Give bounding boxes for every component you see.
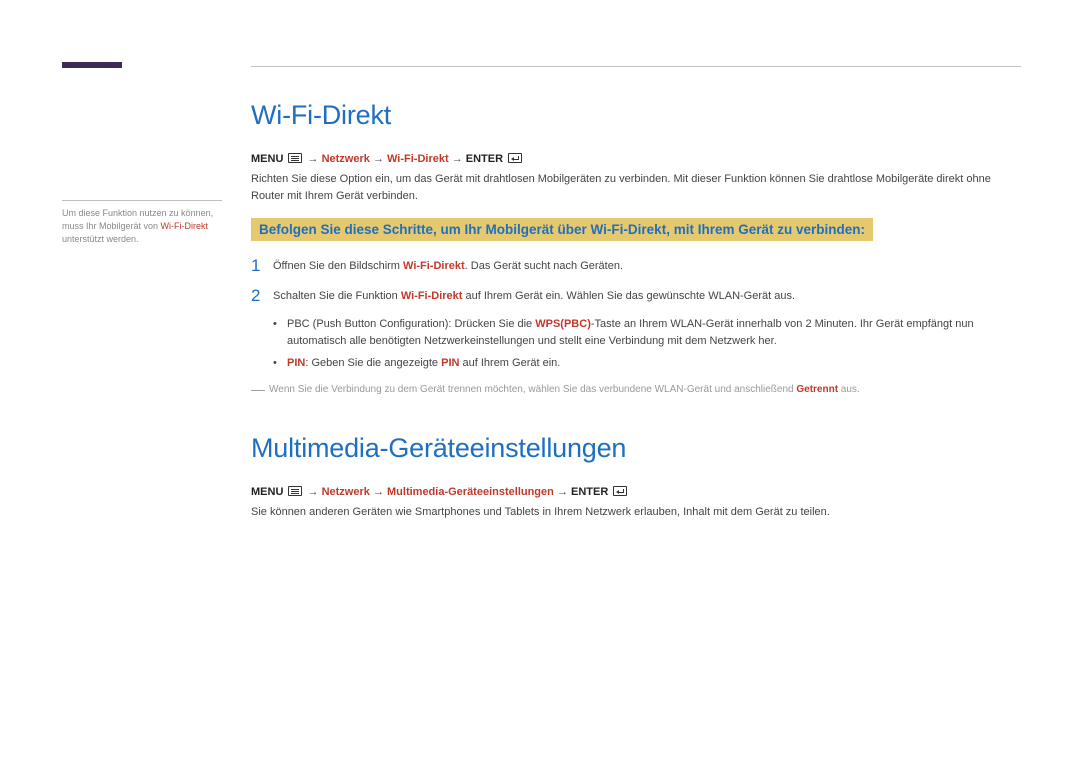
enter-icon — [613, 486, 627, 496]
top-divider — [251, 66, 1021, 67]
section2-breadcrumb: MENU → Netzwerk → Multimedia-Geräteeinst… — [251, 486, 1021, 498]
arrow-icon: → — [308, 486, 322, 498]
steps-list: 1 Öffnen Sie den Bildschirm Wi-Fi-Direkt… — [251, 257, 1021, 304]
main-content: Wi-Fi-Direkt MENU → Netzwerk → Wi-Fi-Dir… — [251, 100, 1021, 534]
step-body: Öffnen Sie den Bildschirm Wi-Fi-Direkt. … — [273, 257, 623, 275]
section1-heading: Wi-Fi-Direkt — [251, 100, 1021, 131]
section2-body: Sie können anderen Geräten wie Smartphon… — [251, 504, 1021, 521]
sub-bullet-list: • PBC (Push Button Configuration): Drück… — [273, 316, 1021, 372]
footnote-body: Wenn Sie die Verbindung zu dem Gerät tre… — [269, 382, 860, 397]
sidebar-note-post: unterstützt werden. — [62, 234, 139, 244]
sub2-hl1: PIN — [287, 357, 305, 369]
bc-menu-label: MENU — [251, 153, 283, 165]
step2-text-a: Schalten Sie die Funktion — [273, 290, 401, 302]
menu-icon — [288, 153, 302, 163]
sidebar-note: Um diese Funktion nutzen zu können, muss… — [62, 200, 222, 246]
arrow-icon: → — [557, 486, 571, 498]
section2-heading: Multimedia-Geräteeinstellungen — [251, 433, 1021, 464]
sub2-text-b: auf Ihrem Gerät ein. — [459, 357, 560, 369]
arrow-icon: → — [373, 153, 387, 165]
step2-text-b: auf Ihrem Gerät ein. Wählen Sie das gewü… — [462, 290, 795, 302]
sub2-hl2: PIN — [441, 357, 459, 369]
bc-part-wifidirekt: Wi-Fi-Direkt — [387, 153, 449, 165]
bc-part-netzwerk: Netzwerk — [322, 153, 370, 165]
sub2-text-a: : Geben Sie die angezeigte — [305, 357, 441, 369]
section1-callout: Befolgen Sie diese Schritte, um Ihr Mobi… — [251, 218, 873, 241]
note-text-b: aus. — [838, 384, 860, 395]
section2: Multimedia-Geräteeinstellungen MENU → Ne… — [251, 433, 1021, 521]
step1-text-a: Öffnen Sie den Bildschirm — [273, 260, 403, 272]
step-number: 2 — [251, 287, 273, 304]
sidebar-note-highlight: Wi-Fi-Direkt — [161, 221, 209, 231]
top-accent-bar — [62, 62, 122, 68]
step1-text-b: . Das Gerät sucht nach Geräten. — [465, 260, 623, 272]
page: Um diese Funktion nutzen zu können, muss… — [0, 0, 1080, 763]
bc-enter-label: ENTER — [466, 153, 503, 165]
sidebar-divider — [62, 200, 222, 201]
step-1: 1 Öffnen Sie den Bildschirm Wi-Fi-Direkt… — [251, 257, 1021, 275]
note-highlight: Getrennt — [796, 384, 838, 395]
bc-menu-label: MENU — [251, 486, 283, 498]
arrow-icon: → — [373, 486, 387, 498]
bc-enter-label: ENTER — [571, 486, 608, 498]
step2-highlight: Wi-Fi-Direkt — [401, 290, 463, 302]
sub-item-pbc: • PBC (Push Button Configuration): Drück… — [273, 316, 1021, 349]
sub-item-pin: • PIN: Geben Sie die angezeigte PIN auf … — [273, 355, 1021, 372]
step1-highlight: Wi-Fi-Direkt — [403, 260, 465, 272]
sub-item-body: PBC (Push Button Configuration): Drücken… — [287, 316, 1021, 349]
section1-intro: Richten Sie diese Option ein, um das Ger… — [251, 171, 1021, 204]
enter-icon — [508, 153, 522, 163]
arrow-icon: → — [452, 153, 466, 165]
sub1-text-a: PBC (Push Button Configuration): Drücken… — [287, 318, 535, 330]
note-text-a: Wenn Sie die Verbindung zu dem Gerät tre… — [269, 384, 796, 395]
menu-icon — [288, 486, 302, 496]
step-2: 2 Schalten Sie die Funktion Wi-Fi-Direkt… — [251, 287, 1021, 305]
arrow-icon: → — [308, 153, 322, 165]
sidebar-note-text: Um diese Funktion nutzen zu können, muss… — [62, 207, 222, 246]
bullet-icon: • — [273, 316, 287, 349]
footnote: ― Wenn Sie die Verbindung zu dem Gerät t… — [251, 382, 1021, 397]
sub-item-body: PIN: Geben Sie die angezeigte PIN auf Ih… — [287, 355, 560, 372]
bullet-icon: • — [273, 355, 287, 372]
section1-breadcrumb: MENU → Netzwerk → Wi-Fi-Direkt → ENTER — [251, 153, 1021, 165]
step-number: 1 — [251, 257, 273, 274]
bc-part-netzwerk: Netzwerk — [322, 486, 370, 498]
step-body: Schalten Sie die Funktion Wi-Fi-Direkt a… — [273, 287, 795, 305]
dash-icon: ― — [251, 382, 269, 397]
sub1-highlight: WPS(PBC) — [535, 318, 591, 330]
bc-part-multimedia: Multimedia-Geräteeinstellungen — [387, 486, 554, 498]
